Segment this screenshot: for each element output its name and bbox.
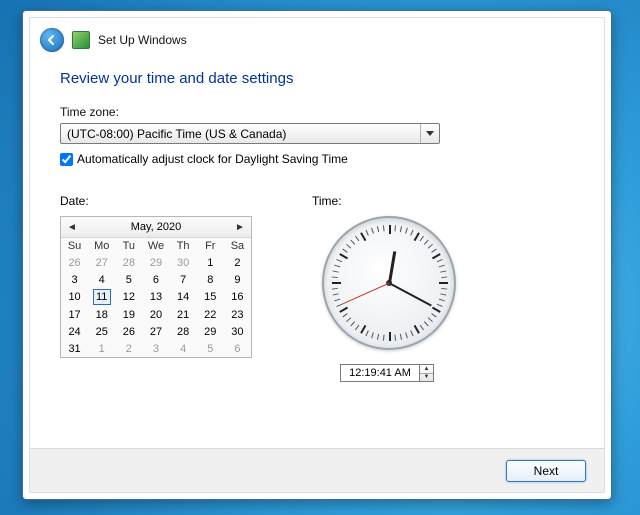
calendar-dow: Tu <box>115 238 142 254</box>
calendar-day[interactable]: 25 <box>88 323 115 340</box>
next-button[interactable]: Next <box>506 460 586 482</box>
calendar-day[interactable]: 30 <box>224 323 251 340</box>
calendar[interactable]: ◄ May, 2020 ► SuMoTuWeThFrSa 26272829301… <box>60 216 252 358</box>
calendar-day[interactable]: 16 <box>224 288 251 306</box>
calendar-day[interactable]: 17 <box>61 306 88 323</box>
time-spinner: ▲ ▼ <box>420 364 434 382</box>
calendar-day[interactable]: 2 <box>224 254 251 271</box>
time-input[interactable] <box>340 364 420 382</box>
calendar-day[interactable]: 3 <box>61 271 88 288</box>
time-column: Time: ▲ ▼ <box>312 194 462 382</box>
calendar-day[interactable]: 6 <box>224 340 251 357</box>
timezone-value: (UTC-08:00) Pacific Time (US & Canada) <box>61 127 420 141</box>
calendar-day[interactable]: 30 <box>170 254 197 271</box>
time-label: Time: <box>312 194 462 208</box>
dst-checkbox[interactable] <box>60 153 73 166</box>
wizard-header: Set Up Windows <box>30 18 604 56</box>
calendar-day[interactable]: 4 <box>88 271 115 288</box>
calendar-day[interactable]: 6 <box>142 271 169 288</box>
calendar-day[interactable]: 8 <box>197 271 224 288</box>
calendar-day[interactable]: 29 <box>197 323 224 340</box>
calendar-day[interactable]: 11 <box>88 288 115 306</box>
calendar-day[interactable]: 5 <box>115 271 142 288</box>
calendar-day[interactable]: 10 <box>61 288 88 306</box>
calendar-next-button[interactable]: ► <box>231 217 249 237</box>
calendar-day[interactable]: 12 <box>115 288 142 306</box>
calendar-dow: Fr <box>197 238 224 254</box>
calendar-day[interactable]: 20 <box>142 306 169 323</box>
content-area: Review your time and date settings Time … <box>30 56 604 382</box>
calendar-day[interactable]: 3 <box>142 340 169 357</box>
calendar-day[interactable]: 27 <box>142 323 169 340</box>
chevron-down-icon <box>420 124 439 143</box>
date-label: Date: <box>60 194 252 208</box>
calendar-day[interactable]: 24 <box>61 323 88 340</box>
calendar-day[interactable]: 1 <box>197 254 224 271</box>
calendar-prev-button[interactable]: ◄ <box>63 217 81 237</box>
analog-clock <box>322 216 456 350</box>
calendar-day[interactable]: 23 <box>224 306 251 323</box>
dst-row: Automatically adjust clock for Daylight … <box>60 152 574 166</box>
calendar-day[interactable]: 2 <box>115 340 142 357</box>
calendar-day[interactable]: 21 <box>170 306 197 323</box>
desktop-background: Set Up Windows Review your time and date… <box>0 0 640 515</box>
calendar-dow: Su <box>61 238 88 254</box>
dst-label[interactable]: Automatically adjust clock for Daylight … <box>77 152 348 166</box>
calendar-day[interactable]: 19 <box>115 306 142 323</box>
calendar-day[interactable]: 26 <box>115 323 142 340</box>
timezone-label: Time zone: <box>60 105 574 119</box>
calendar-day[interactable]: 5 <box>197 340 224 357</box>
calendar-month-label[interactable]: May, 2020 <box>131 221 182 233</box>
back-button[interactable] <box>40 28 64 52</box>
page-heading: Review your time and date settings <box>60 70 574 87</box>
calendar-day[interactable]: 13 <box>142 288 169 306</box>
calendar-day[interactable]: 18 <box>88 306 115 323</box>
calendar-day[interactable]: 4 <box>170 340 197 357</box>
time-spin-down[interactable]: ▼ <box>420 374 433 382</box>
calendar-day[interactable]: 29 <box>142 254 169 271</box>
wizard-window: Set Up Windows Review your time and date… <box>22 10 612 500</box>
arrow-left-icon <box>46 34 58 46</box>
time-spin-up[interactable]: ▲ <box>420 365 433 374</box>
calendar-day[interactable]: 28 <box>170 323 197 340</box>
timezone-dropdown[interactable]: (UTC-08:00) Pacific Time (US & Canada) <box>60 123 440 144</box>
calendar-day[interactable]: 7 <box>170 271 197 288</box>
calendar-dow: We <box>142 238 169 254</box>
wizard-inner: Set Up Windows Review your time and date… <box>29 17 605 493</box>
calendar-day[interactable]: 15 <box>197 288 224 306</box>
calendar-day[interactable]: 26 <box>61 254 88 271</box>
calendar-grid: SuMoTuWeThFrSa 2627282930123456789101112… <box>61 238 251 357</box>
calendar-day[interactable]: 9 <box>224 271 251 288</box>
calendar-day[interactable]: 14 <box>170 288 197 306</box>
calendar-day[interactable]: 1 <box>88 340 115 357</box>
wizard-footer: Next <box>30 448 604 492</box>
wizard-title: Set Up Windows <box>98 33 187 47</box>
date-column: Date: ◄ May, 2020 ► SuMoTuWeThFrSa 26272… <box>60 194 252 382</box>
calendar-dow: Mo <box>88 238 115 254</box>
calendar-day[interactable]: 31 <box>61 340 88 357</box>
app-icon <box>72 31 90 49</box>
calendar-dow: Th <box>170 238 197 254</box>
calendar-day[interactable]: 27 <box>88 254 115 271</box>
calendar-day[interactable]: 22 <box>197 306 224 323</box>
calendar-dow: Sa <box>224 238 251 254</box>
calendar-header: ◄ May, 2020 ► <box>61 217 251 238</box>
calendar-day[interactable]: 28 <box>115 254 142 271</box>
